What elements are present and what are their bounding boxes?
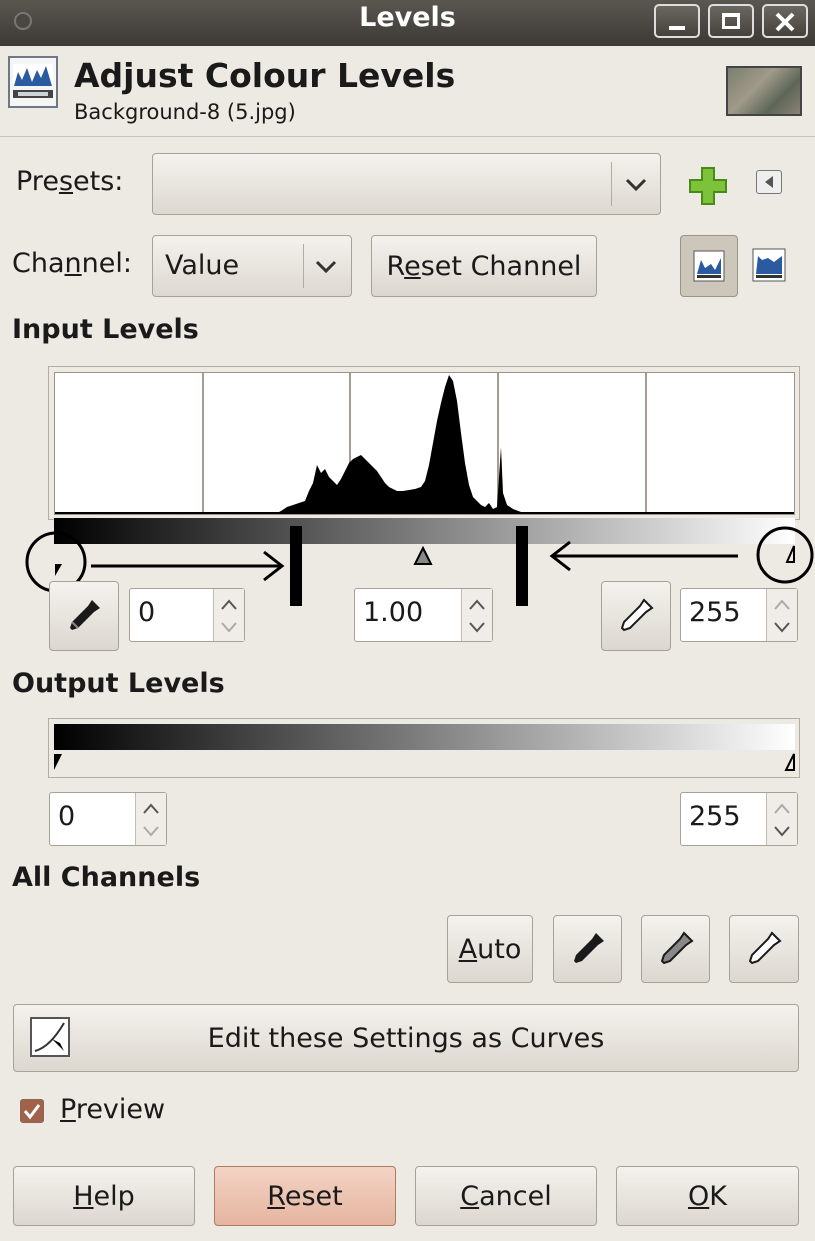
chevron-down-icon xyxy=(315,260,337,274)
preview-label: Preview xyxy=(60,1094,166,1125)
low-target-marker xyxy=(290,526,302,606)
histogram-icon xyxy=(8,56,58,108)
presets-label: Presets: xyxy=(16,166,124,197)
reset-channel-button[interactable]: Reset Channel xyxy=(371,235,597,297)
output-levels-heading: Output Levels xyxy=(12,668,225,699)
reset-channel-label: Reset Channel xyxy=(386,250,582,282)
gamma-spin[interactable]: 1.00 xyxy=(354,588,493,642)
checkmark-icon xyxy=(23,1104,41,1120)
menu-arrow-icon xyxy=(765,176,773,188)
edit-as-curves-label: Edit these Settings as Curves xyxy=(207,1022,605,1054)
high-input-spin[interactable]: 255 xyxy=(680,588,798,642)
spin-arrows[interactable] xyxy=(766,589,797,641)
linear-histogram-button[interactable] xyxy=(680,235,738,297)
high-output-spin[interactable]: 255 xyxy=(680,792,798,846)
chevron-down-icon xyxy=(625,178,647,192)
low-input-spin[interactable]: 0 xyxy=(129,588,245,642)
channel-value: Value xyxy=(165,250,240,281)
linear-histogram-icon xyxy=(693,250,725,282)
channel-combo[interactable]: Value xyxy=(152,235,352,297)
presets-combo[interactable] xyxy=(152,153,661,215)
presets-menu-button[interactable] xyxy=(756,170,782,194)
close-button[interactable] xyxy=(762,4,808,38)
high-handle-highlight xyxy=(756,526,814,584)
pick-white-point-all-button[interactable] xyxy=(729,915,799,983)
high-target-marker xyxy=(516,526,528,606)
title-bar: Levels xyxy=(0,0,815,46)
gamma-handle[interactable] xyxy=(413,545,433,565)
ok-label: OK xyxy=(688,1180,727,1212)
eyedropper-icon xyxy=(620,598,654,632)
reset-button[interactable]: Reset xyxy=(214,1166,396,1226)
log-histogram-button[interactable] xyxy=(752,248,788,284)
spin-arrows[interactable] xyxy=(461,589,492,641)
cancel-button[interactable]: Cancel xyxy=(415,1166,597,1226)
minimize-icon xyxy=(669,26,685,30)
output-gradient-bar xyxy=(54,724,795,750)
pick-gray-point-all-button[interactable] xyxy=(641,915,710,983)
spin-arrows[interactable] xyxy=(135,793,166,845)
low-input-handle[interactable] xyxy=(55,564,62,576)
output-level-sliders[interactable] xyxy=(50,752,800,776)
channel-label: Channel: xyxy=(12,248,132,279)
high-output-value: 255 xyxy=(689,801,741,832)
auto-label: Auto xyxy=(458,933,522,965)
preview-checkbox[interactable] xyxy=(20,1099,44,1123)
maximize-button[interactable] xyxy=(708,4,754,38)
help-label: Help xyxy=(73,1180,135,1212)
histogram xyxy=(54,372,795,515)
eyedropper-icon xyxy=(748,931,782,965)
spin-arrows[interactable] xyxy=(766,793,797,845)
gamma-value: 1.00 xyxy=(363,597,424,628)
spin-arrows[interactable] xyxy=(213,589,244,641)
pick-white-point-button[interactable] xyxy=(601,581,671,651)
reset-label: Reset xyxy=(267,1180,343,1212)
eyedropper-icon xyxy=(70,600,100,630)
cancel-label: Cancel xyxy=(460,1180,552,1212)
help-button[interactable]: Help xyxy=(13,1166,195,1226)
input-levels-heading: Input Levels xyxy=(12,314,199,345)
eyedropper-icon xyxy=(660,931,694,965)
curves-icon xyxy=(30,1017,70,1057)
add-preset-icon[interactable] xyxy=(688,166,728,206)
image-name: Background-8 (5.jpg) xyxy=(74,100,296,124)
high-output-handle[interactable] xyxy=(784,753,795,771)
edit-as-curves-button[interactable]: Edit these Settings as Curves xyxy=(13,1004,799,1072)
auto-button[interactable]: Auto xyxy=(447,915,533,983)
low-output-handle[interactable] xyxy=(54,754,62,770)
high-input-value: 255 xyxy=(689,597,741,628)
all-channels-heading: All Channels xyxy=(12,862,201,893)
log-histogram-icon xyxy=(752,248,786,282)
low-output-value: 0 xyxy=(58,801,76,832)
low-input-value: 0 xyxy=(138,597,156,628)
pick-black-point-all-button[interactable] xyxy=(553,915,622,983)
close-icon xyxy=(775,12,795,32)
eyedropper-icon xyxy=(573,933,604,963)
dialog-title: Adjust Colour Levels xyxy=(74,56,456,95)
maximize-icon xyxy=(722,13,740,29)
histogram-plot xyxy=(55,373,794,514)
high-input-handle[interactable] xyxy=(785,545,795,563)
image-thumbnail xyxy=(726,66,802,116)
minimize-button[interactable] xyxy=(654,4,700,38)
low-output-spin[interactable]: 0 xyxy=(49,792,167,846)
pick-black-point-button[interactable] xyxy=(49,581,119,651)
ok-button[interactable]: OK xyxy=(616,1166,799,1226)
